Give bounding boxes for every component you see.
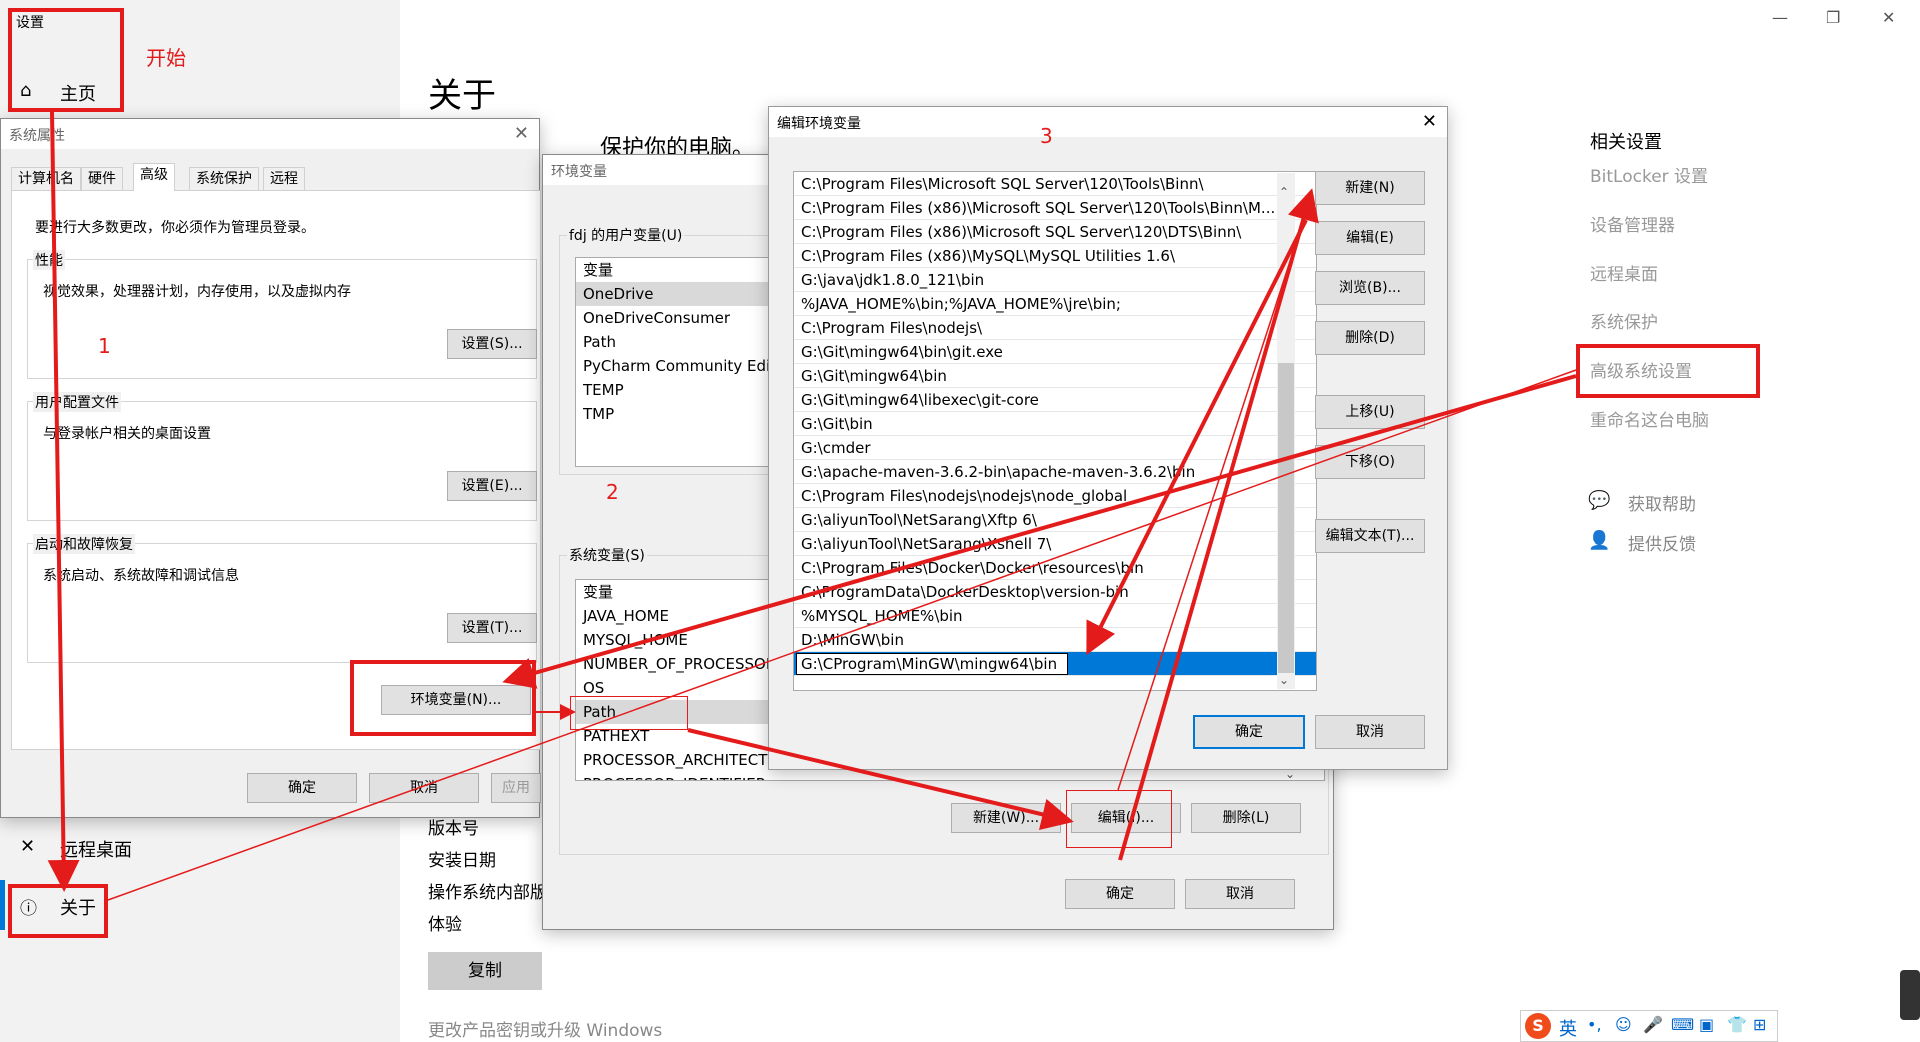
- arrow-about-to-advanced: [107, 369, 1577, 901]
- screenshot-root: 设置 ⌂ 主页 ✕ 远程桌面 ⓘ 关于 — ❐ ✕ 关于 保护你的电脑。 版本号…: [0, 0, 1920, 1042]
- annotation-arrows: [47, 111, 1577, 901]
- arrow-path-to-edit: [687, 728, 1074, 831]
- arrow-start-to-about: [47, 111, 80, 892]
- arrow-advanced-to-env-button: [502, 374, 1577, 689]
- arrow-edit-to-new: [1117, 197, 1313, 791]
